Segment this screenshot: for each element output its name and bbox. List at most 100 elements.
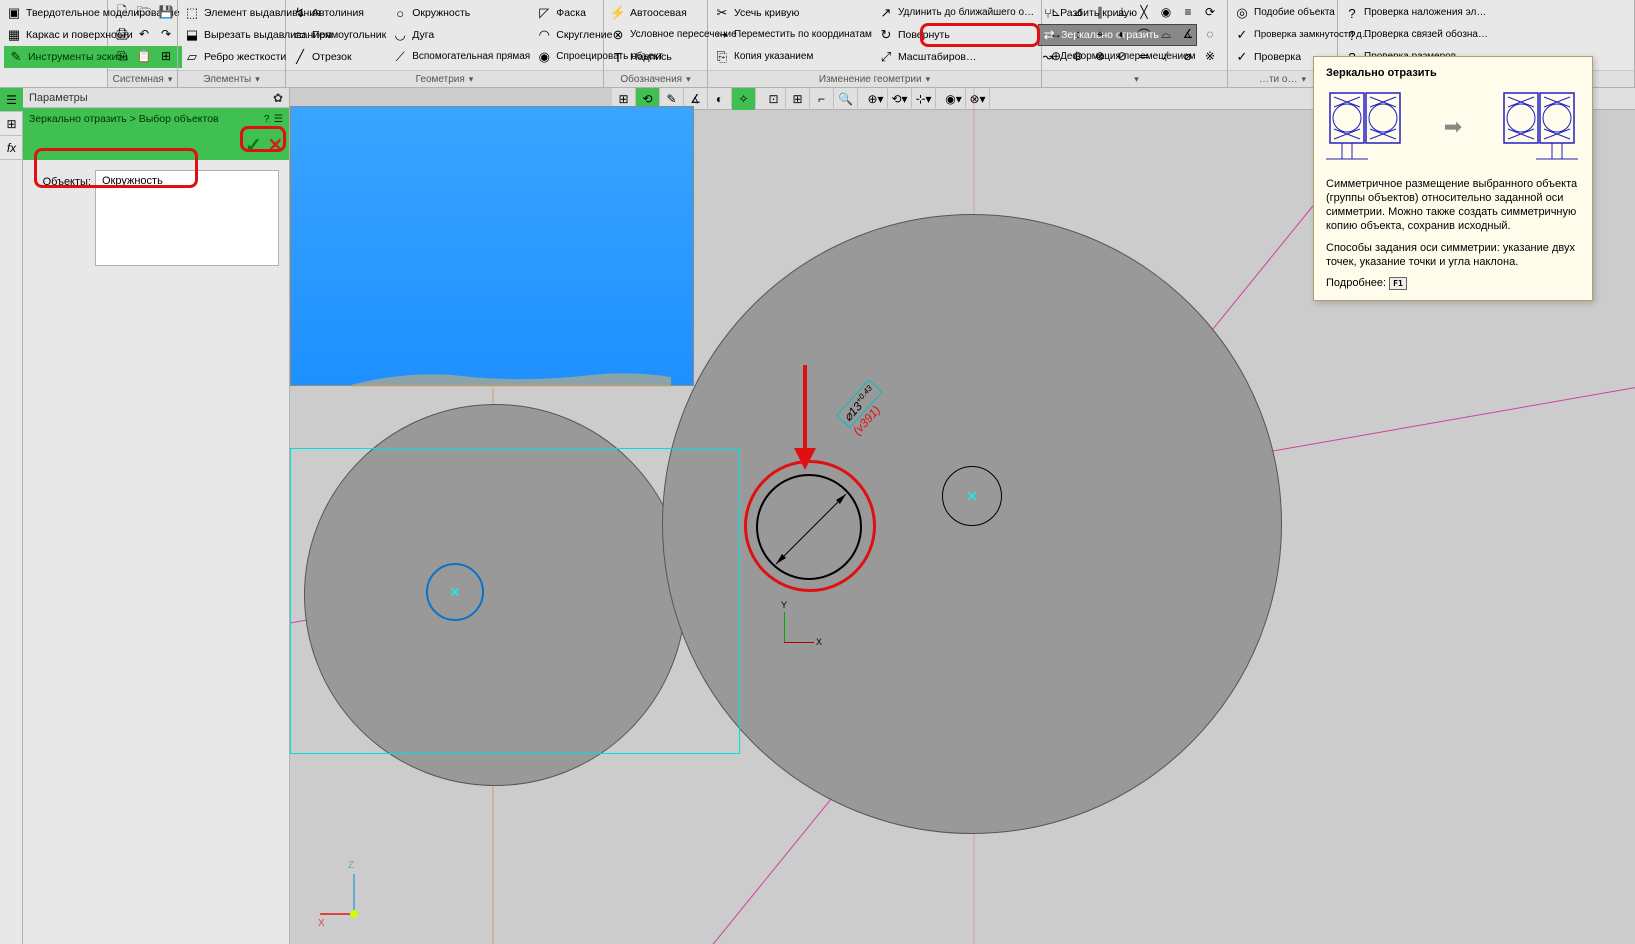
intersection-icon: ⊗ [610, 27, 626, 43]
elements-label: Элементы [203, 74, 251, 85]
expand-icon[interactable]: ▾ [1134, 74, 1139, 85]
check-overlap-icon: ? [1344, 5, 1360, 21]
sidebar-tab-fx[interactable]: fx [0, 136, 23, 160]
save-icon[interactable]: 💾 [156, 2, 176, 22]
undo-icon[interactable]: ↶ [134, 24, 154, 44]
tooltip-more: Подробнее: F1 [1326, 277, 1580, 290]
ci-icon[interactable]: ≡ [1178, 2, 1198, 22]
tooltip-mirror: Зеркально отразить ➡ Симметр [1313, 56, 1593, 301]
autoline-icon: ↯ [292, 5, 308, 21]
ci-icon[interactable]: ⊕ [1046, 46, 1066, 66]
construction-line-button[interactable]: ⟋Вспомогательная прямая [390, 46, 532, 68]
copy-icon[interactable]: ⎘ [112, 46, 132, 66]
system-icons: 🗋🗁💾 🖨↶↷ ⎘📋⊞ [112, 2, 176, 66]
sidebar-tab-params[interactable]: ☰ [0, 88, 23, 112]
ct-icon[interactable]: ⊕▾ [864, 88, 888, 110]
ci-icon[interactable]: ⌓ [1156, 24, 1176, 44]
redo-icon[interactable]: ↷ [156, 24, 176, 44]
ci-icon[interactable]: ⌒ [1134, 24, 1154, 44]
autoline-button[interactable]: ↯Автолиния [290, 2, 388, 24]
extend-button[interactable]: ↗Удлинить до ближайшего о… [876, 2, 1036, 24]
ci-icon[interactable]: ⌀ [1178, 46, 1198, 66]
scale-button[interactable]: ⤢Масштабиров… [876, 46, 1036, 68]
gizmo-x-label: X [318, 918, 325, 929]
ci-icon[interactable]: ↔ [1046, 24, 1066, 44]
ci-icon[interactable]: ◐ [1112, 24, 1132, 44]
params-title-text: Параметры [29, 92, 88, 104]
ct-icon[interactable]: ⊞ [786, 88, 810, 110]
copy-point-button[interactable]: ⎘Копия указанием [712, 46, 874, 68]
sketch-circle-small[interactable]: ✕ [942, 466, 1002, 526]
ci-icon[interactable]: ※ [1200, 46, 1220, 66]
coord-gizmo[interactable]: X Z [320, 866, 380, 926]
sketch-icon: ✎ [8, 49, 24, 65]
ci-icon[interactable]: ⊖ [1068, 46, 1088, 66]
ci-icon[interactable]: ═ [1134, 46, 1154, 66]
help-icon[interactable]: ? [264, 113, 270, 125]
props-icon[interactable]: ⊞ [156, 46, 176, 66]
ci-icon[interactable]: ↕ [1068, 24, 1088, 44]
mesh-icon: ▦ [6, 27, 22, 43]
system-label: Системная [113, 74, 164, 85]
ci-icon[interactable]: ◉ [1156, 2, 1176, 22]
ci-icon[interactable]: ⌖ [1090, 24, 1110, 44]
expand-icon[interactable]: ▾ [168, 74, 173, 85]
copy-point-icon: ⎘ [714, 49, 730, 65]
trim-button[interactable]: ✂Усечь кривую [712, 2, 874, 24]
annotations-label: Обозначения [620, 74, 682, 85]
ct-icon[interactable]: ⊹▾ [912, 88, 936, 110]
expand-icon[interactable]: ▾ [1301, 74, 1306, 85]
project-icon: ◉ [536, 49, 552, 65]
check-icon: ✓ [1234, 49, 1250, 65]
ribbon-section-system: 🗋🗁💾 🖨↶↷ ⎘📋⊞ Системная ▾ [108, 0, 178, 87]
arrow-right-icon: ➡ [1444, 114, 1462, 140]
arc-button[interactable]: ◡Дуга [390, 24, 532, 46]
ci-icon[interactable]: ∡ [1178, 24, 1198, 44]
ci-icon[interactable]: ⊗ [1090, 46, 1110, 66]
ci-icon[interactable]: ⊿ [1068, 2, 1088, 22]
similar-icon: ◎ [1234, 5, 1250, 21]
paste-icon[interactable]: 📋 [134, 46, 154, 66]
sketch-circle-selected[interactable]: ✕ [426, 563, 484, 621]
ci-icon[interactable]: ⊥ [1112, 2, 1132, 22]
sketch-circle-target[interactable] [756, 474, 862, 580]
circle-button[interactable]: ○Окружность [390, 2, 532, 24]
expand-icon[interactable]: ▾ [926, 74, 931, 85]
ci-icon[interactable]: ⊾ [1046, 2, 1066, 22]
ct-icon[interactable]: ⊗▾ [966, 88, 990, 110]
tooltip-p2: Способы задания оси симметрии: указание … [1326, 241, 1580, 269]
fillet-icon: ◠ [536, 27, 552, 43]
expand-icon[interactable]: ▾ [255, 74, 260, 85]
rectangle-button[interactable]: ▭Прямоугольник [290, 24, 388, 46]
gear-icon[interactable]: ✿ [273, 91, 283, 105]
ct-icon[interactable]: ⌐ [810, 88, 834, 110]
new-icon[interactable]: 🗋 [112, 2, 132, 22]
expand-icon[interactable]: ▾ [686, 74, 691, 85]
ct-icon[interactable]: ✧ [732, 88, 756, 110]
ct-icon[interactable]: ⊡ [762, 88, 786, 110]
segment-button[interactable]: ╱Отрезок [290, 46, 388, 68]
construction-line-icon: ⟋ [392, 49, 408, 65]
ci-icon[interactable]: ⁄ [1156, 46, 1176, 66]
ct-icon[interactable]: 🔍 [834, 88, 858, 110]
ribbon-section-annotations: ⚡Автоосевая ⊗Условное пересечение ТНадпи… [604, 0, 708, 87]
ct-icon[interactable]: ◐ [708, 88, 732, 110]
ct-icon[interactable]: ◉▾ [942, 88, 966, 110]
secondary-viewport[interactable] [290, 106, 694, 386]
ci-icon[interactable]: ◌ [1200, 24, 1220, 44]
expand-icon[interactable]: ▾ [469, 74, 474, 85]
ci-icon[interactable]: ⊘ [1112, 46, 1132, 66]
ci-icon[interactable]: ⟳ [1200, 2, 1220, 22]
check-overlap-button[interactable]: ?Проверка наложения эл… [1342, 2, 1490, 24]
print-icon[interactable]: 🖨 [112, 24, 132, 44]
sidebar-tab-tree[interactable]: ⊞ [0, 112, 23, 136]
ci-icon[interactable]: ╳ [1134, 2, 1154, 22]
open-icon[interactable]: 🗁 [134, 2, 154, 22]
check-links-button[interactable]: ?Проверка связей обозна… [1342, 24, 1490, 46]
ct-icon[interactable]: ⟲▾ [888, 88, 912, 110]
tree-icon[interactable]: ☰ [274, 113, 283, 125]
move-coords-button[interactable]: ⇢Переместить по координатам [712, 24, 874, 46]
cube-icon: ▣ [6, 5, 22, 21]
rib-icon: ▱ [184, 49, 200, 65]
ci-icon[interactable]: ∥ [1090, 2, 1110, 22]
